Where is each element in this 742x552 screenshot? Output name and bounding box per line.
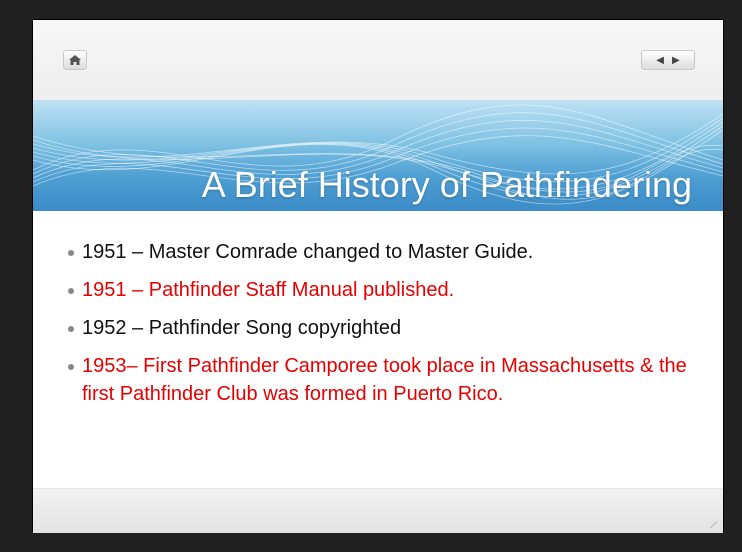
bullet-dot-icon <box>68 364 74 370</box>
home-icon <box>69 55 81 65</box>
resize-grip-icon[interactable] <box>709 520 717 528</box>
home-button[interactable] <box>63 50 87 70</box>
bullet-text: 1953– First Pathfinder Camporee took pla… <box>82 355 687 405</box>
bullet-item: 1951 – Master Comrade changed to Master … <box>68 238 708 266</box>
slide-footer <box>33 488 723 533</box>
bullet-item: 1951 – Pathfinder Staff Manual published… <box>68 276 708 304</box>
bullet-item: 1952 – Pathfinder Song copyrighted <box>68 314 708 342</box>
slide: ◀ ▶ A Brief History of Pathfindering 195… <box>33 20 723 533</box>
slide-toolbar: ◀ ▶ <box>33 20 723 100</box>
bullet-dot-icon <box>68 250 74 256</box>
next-slide-icon[interactable]: ▶ <box>672 55 680 66</box>
bullet-dot-icon <box>68 288 74 294</box>
bullet-text: 1951 – Master Comrade changed to Master … <box>82 241 534 263</box>
bullet-dot-icon <box>68 326 74 332</box>
previous-slide-icon[interactable]: ◀ <box>656 55 664 66</box>
bullet-item: 1953– First Pathfinder Camporee took pla… <box>68 352 708 408</box>
presentation-frame: ◀ ▶ A Brief History of Pathfindering 195… <box>0 0 742 552</box>
slide-title: A Brief History of Pathfindering <box>201 164 692 205</box>
bullet-list: 1951 – Master Comrade changed to Master … <box>68 238 708 408</box>
slide-nav-buttons: ◀ ▶ <box>641 50 695 70</box>
bullet-text: 1952 – Pathfinder Song copyrighted <box>82 317 402 339</box>
bullet-text: 1951 – Pathfinder Staff Manual published… <box>82 279 455 301</box>
